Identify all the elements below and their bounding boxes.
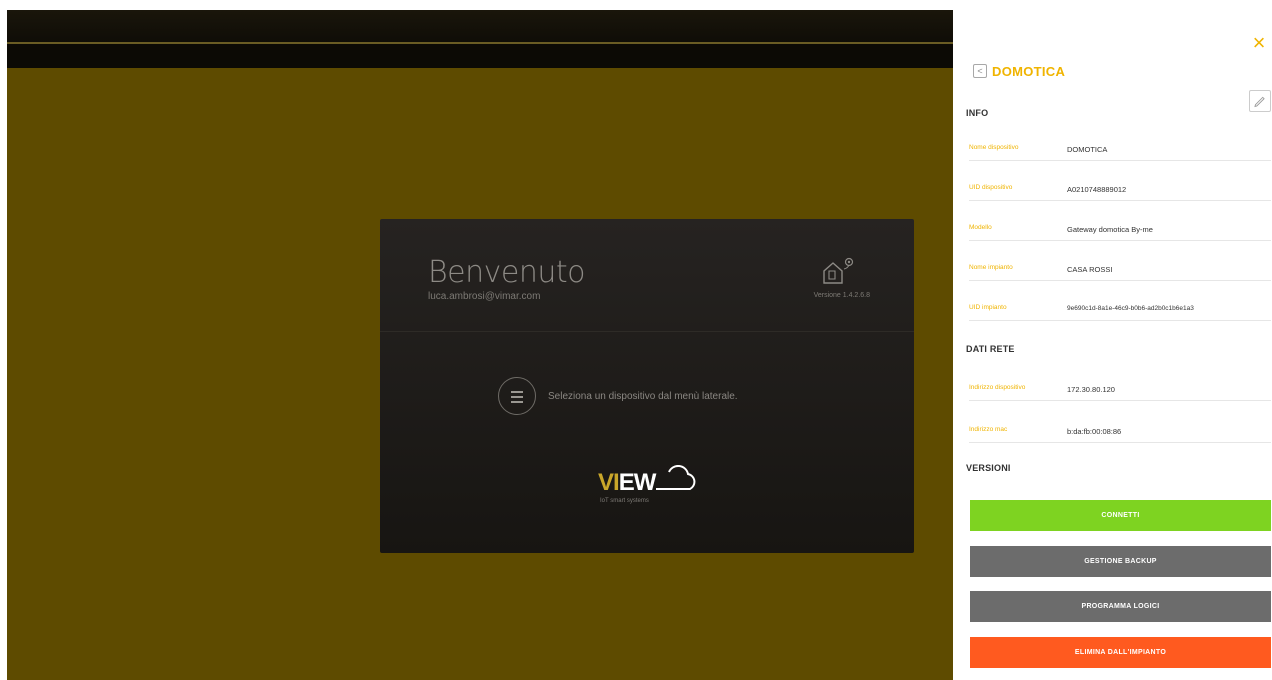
view-logo: VIEW IoT smart systems [598, 465, 698, 509]
network-row-ip: Indirizzo dispositivo 172.30.80.120 [969, 381, 1271, 401]
house-settings-icon[interactable] [818, 255, 858, 287]
logo-wordmark: VIEW [598, 469, 657, 497]
section-network: DATI RETE [966, 344, 1015, 354]
row-label: Nome dispositivo [969, 144, 1019, 151]
row-value: b:da:fb:00:08:86 [1067, 427, 1122, 436]
section-version: VERSIONI [966, 463, 1011, 473]
select-device-message: Seleziona un dispositivo dal menù latera… [548, 391, 738, 402]
row-value: CASA ROSSI [1067, 265, 1113, 274]
app-window: Benvenuto luca.ambrosi@vimar.com Version… [0, 0, 1272, 680]
cloud-icon [656, 465, 696, 490]
panel-title: DOMOTICA [992, 64, 1066, 79]
row-label: UID dispositivo [969, 184, 1013, 191]
row-label: Indirizzo dispositivo [969, 384, 1026, 391]
logo-vi: VI [598, 469, 620, 496]
back-button[interactable]: < [973, 64, 987, 78]
logo-ew: EW [618, 469, 657, 496]
info-row-plant-uid: UID impianto 9e690c1d-8a1e-46c9-b0b6-ad2… [969, 301, 1271, 321]
row-value: Gateway domotica By-me [1067, 225, 1153, 234]
row-label: Modello [969, 224, 992, 231]
row-value: A0210748889012 [1067, 185, 1127, 194]
edit-button[interactable] [1249, 90, 1271, 112]
program-logic-button[interactable]: PROGRAMMA LOGICI [970, 591, 1271, 622]
row-label: Indirizzo mac [969, 426, 1008, 433]
welcome-card: Benvenuto luca.ambrosi@vimar.com Version… [380, 219, 914, 553]
user-email: luca.ambrosi@vimar.com [428, 291, 541, 302]
info-row-model: Modello Gateway domotica By-me [969, 221, 1271, 241]
info-row-device-name: Nome dispositivo DOMOTICA [969, 141, 1271, 161]
logo-tagline: IoT smart systems [600, 498, 649, 504]
row-value: DOMOTICA [1067, 145, 1108, 154]
connect-button[interactable]: CONNETTI [970, 500, 1271, 531]
row-value: 172.30.80.120 [1067, 385, 1115, 394]
row-label: Nome impianto [969, 264, 1013, 271]
section-info: INFO [966, 108, 989, 118]
info-row-device-uid: UID dispositivo A0210748889012 [969, 181, 1271, 201]
device-panel: × < DOMOTICA INFO Nome dispositivo DOMOT… [953, 0, 1272, 680]
menu-icon[interactable] [498, 377, 536, 415]
network-row-mac: Indirizzo mac b:da:fb:00:08:86 [969, 423, 1271, 443]
backup-button[interactable]: GESTIONE BACKUP [970, 546, 1271, 577]
secondary-bar [7, 44, 953, 68]
welcome-title: Benvenuto [428, 255, 585, 290]
app-version: Versione 1.4.2.6.8 [813, 292, 870, 299]
row-value: 9e690c1d-8a1e-46c9-b0b6-ad2b0c1b6e1a3 [1067, 305, 1194, 312]
card-divider [380, 331, 914, 332]
pencil-icon [1254, 96, 1265, 108]
info-row-plant-name: Nome impianto CASA ROSSI [969, 261, 1271, 281]
close-icon[interactable]: × [1249, 32, 1269, 54]
remove-device-button[interactable]: ELIMINA DALL'IMPIANTO [970, 637, 1271, 668]
row-label: UID impianto [969, 304, 1007, 311]
main-area: Benvenuto luca.ambrosi@vimar.com Version… [7, 10, 953, 680]
top-bar [7, 10, 953, 42]
